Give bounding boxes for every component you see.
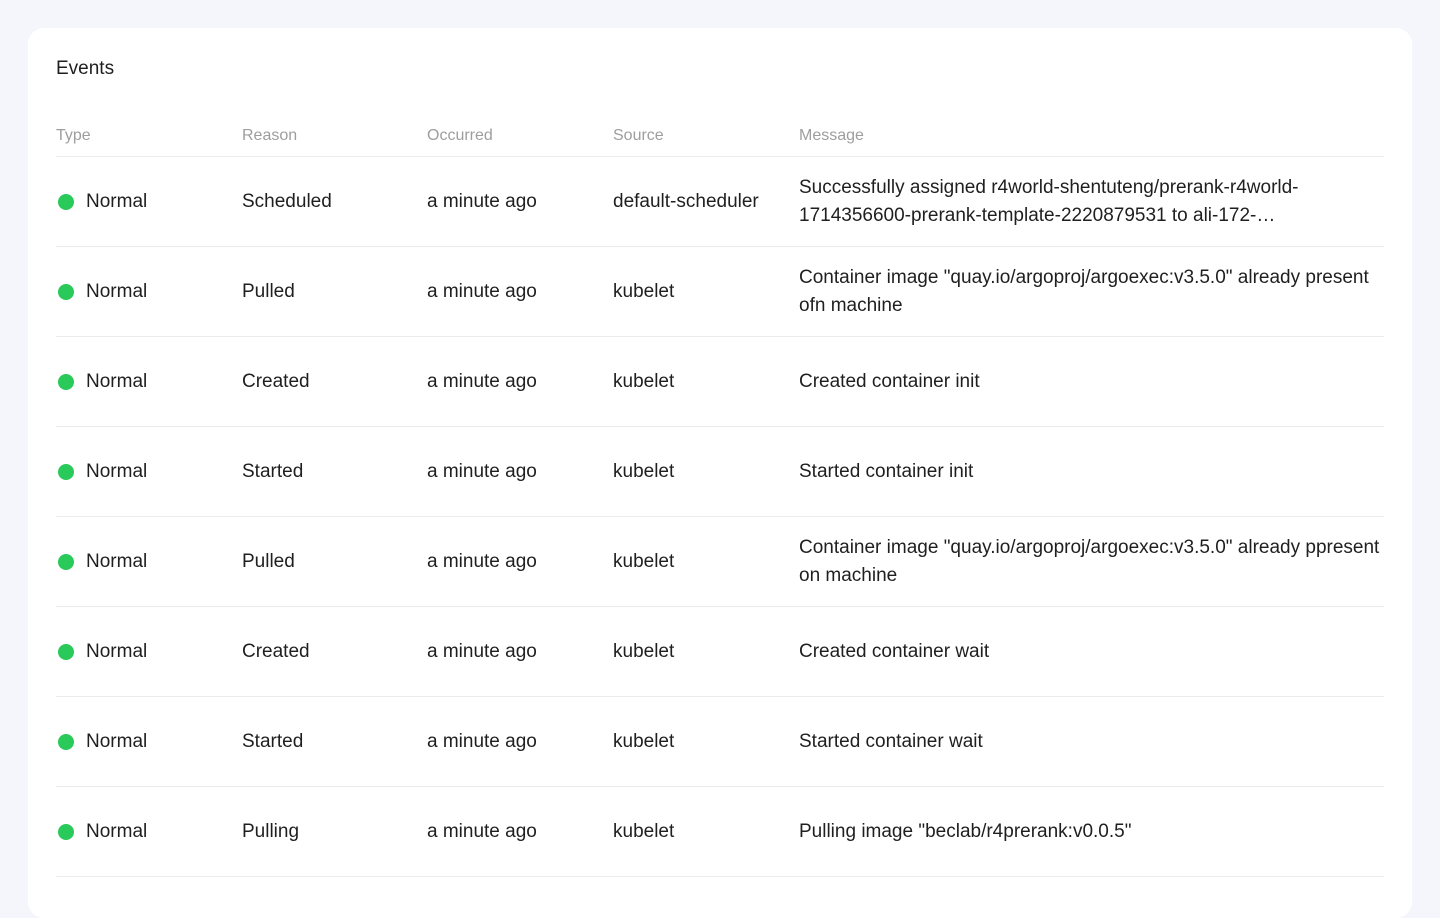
table-row: Normal Pulling a minute ago kubelet Pull… — [56, 787, 1384, 877]
event-message: Container image "quay.io/argoproj/argoex… — [799, 266, 1369, 316]
event-type: Normal — [86, 190, 148, 212]
status-dot-icon — [58, 643, 74, 660]
status-dot-icon — [58, 733, 74, 750]
column-header-type: Type — [56, 127, 91, 144]
status-dot-icon — [58, 823, 74, 840]
event-message: Successfully assigned r4world-shentuteng… — [799, 176, 1299, 226]
event-source: kubelet — [613, 370, 675, 392]
event-message: Started container wait — [799, 730, 983, 752]
column-header-message: Message — [799, 127, 864, 144]
table-row: Normal Created a minute ago kubelet Crea… — [56, 607, 1384, 697]
table-row: Normal Pulled a minute ago kubelet Conta… — [56, 247, 1384, 337]
event-message: Created container wait — [799, 640, 990, 662]
event-type: Normal — [86, 280, 148, 302]
event-message: Started container init — [799, 460, 974, 482]
event-occurred: a minute ago — [427, 190, 537, 212]
card-title: Events — [56, 58, 115, 79]
event-source: kubelet — [613, 550, 675, 572]
event-message: Pulling image "beclab/r4prerank:v0.0.5" — [799, 820, 1132, 842]
status-dot-icon — [58, 193, 74, 210]
event-message: Container image "quay.io/argoproj/argoex… — [799, 536, 1380, 586]
event-occurred: a minute ago — [427, 280, 537, 302]
table-row: Normal Created a minute ago kubelet Crea… — [56, 337, 1384, 427]
event-occurred: a minute ago — [427, 730, 537, 752]
event-message: Created container init — [799, 370, 980, 392]
column-header-source: Source — [613, 127, 664, 144]
status-dot-icon — [58, 373, 74, 390]
event-reason: Pulled — [242, 280, 295, 302]
event-source: kubelet — [613, 730, 675, 752]
event-source: kubelet — [613, 280, 675, 302]
event-reason: Scheduled — [242, 190, 332, 212]
table-row: Normal Scheduled a minute ago default-sc… — [56, 157, 1384, 247]
event-occurred: a minute ago — [427, 460, 537, 482]
event-type: Normal — [86, 550, 148, 572]
event-type: Normal — [86, 370, 148, 392]
event-reason: Started — [242, 730, 304, 752]
events-table: Type Reason Occurred Source Message Norm… — [56, 116, 1384, 877]
event-reason: Pulling — [242, 820, 300, 842]
event-type: Normal — [86, 820, 148, 842]
event-reason: Created — [242, 370, 310, 392]
status-dot-icon — [58, 553, 74, 570]
event-reason: Created — [242, 640, 310, 662]
status-dot-icon — [58, 463, 74, 480]
event-reason: Pulled — [242, 550, 295, 572]
status-dot-icon — [58, 283, 74, 300]
event-type: Normal — [86, 730, 148, 752]
event-occurred: a minute ago — [427, 370, 537, 392]
event-type: Normal — [86, 460, 148, 482]
events-card: Events Type Reason Occurred Source Messa… — [28, 28, 1412, 918]
table-row: Normal Pulled a minute ago kubelet Conta… — [56, 517, 1384, 607]
table-row: Normal Started a minute ago kubelet Star… — [56, 697, 1384, 787]
column-header-occurred: Occurred — [427, 127, 493, 144]
event-source: kubelet — [613, 820, 675, 842]
event-source: default-scheduler — [613, 190, 759, 212]
event-type: Normal — [86, 640, 148, 662]
event-occurred: a minute ago — [427, 550, 537, 572]
event-reason: Started — [242, 460, 304, 482]
event-occurred: a minute ago — [427, 820, 537, 842]
event-source: kubelet — [613, 640, 675, 662]
event-occurred: a minute ago — [427, 640, 537, 662]
column-header-reason: Reason — [242, 127, 298, 144]
table-header: Type Reason Occurred Source Message — [56, 116, 1384, 157]
table-row: Normal Started a minute ago kubelet Star… — [56, 427, 1384, 517]
event-source: kubelet — [613, 460, 675, 482]
